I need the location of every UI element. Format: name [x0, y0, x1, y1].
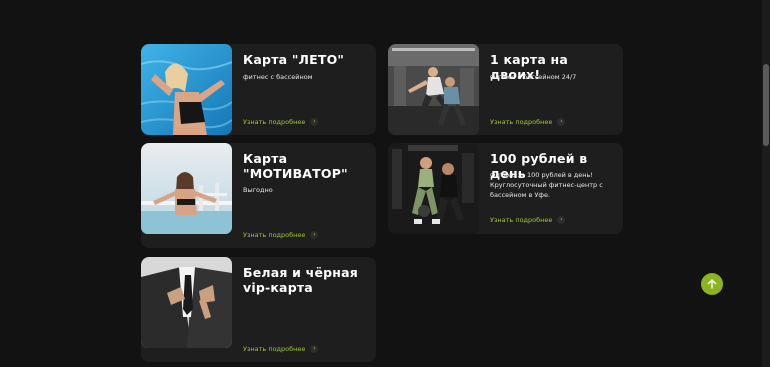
- card-vip: Белая и чёрная vip-карта Узнать подробне…: [141, 257, 376, 362]
- chevron-right-icon: ›: [557, 118, 566, 126]
- arrow-up-icon: [707, 279, 717, 289]
- card-description: фитнес с бассейном: [243, 73, 313, 81]
- card-image: [141, 44, 232, 135]
- learn-more-label: Узнать подробнее: [243, 231, 306, 239]
- scroll-to-top-button[interactable]: [701, 273, 723, 295]
- card-two-people: 1 карта на двоих! Фитнес с бассейном 24/…: [388, 44, 623, 135]
- card-100-rubles: 100 рублей в день Фитнес за 100 рублей в…: [388, 143, 623, 234]
- learn-more-label: Узнать подробнее: [243, 118, 306, 126]
- card-motivator: Карта "МОТИВАТОР" Выгодно Узнать подробн…: [141, 143, 376, 248]
- chevron-right-icon: ›: [557, 216, 566, 224]
- card-image: [388, 44, 479, 135]
- scrollbar[interactable]: [762, 0, 770, 367]
- card-image: [141, 257, 232, 348]
- learn-more-label: Узнать подробнее: [490, 216, 553, 224]
- chevron-right-icon: ›: [310, 345, 319, 353]
- card-title: Белая и чёрная vip-карта: [243, 265, 358, 295]
- card-image: [388, 143, 479, 234]
- chevron-right-icon: ›: [310, 118, 319, 126]
- chevron-right-icon: ›: [310, 231, 319, 239]
- learn-more-link[interactable]: Узнать подробнее ›: [243, 118, 319, 126]
- card-summer: Карта "ЛЕТО" фитнес с бассейном Узнать п…: [141, 44, 376, 135]
- learn-more-link[interactable]: Узнать подробнее ›: [490, 216, 566, 224]
- learn-more-link[interactable]: Узнать подробнее ›: [490, 118, 566, 126]
- learn-more-link[interactable]: Узнать подробнее ›: [243, 231, 319, 239]
- learn-more-label: Узнать подробнее: [490, 118, 553, 126]
- card-description: Выгодно: [243, 186, 273, 194]
- card-image: [141, 143, 232, 234]
- card-description: Фитнес с бассейном 24/7: [490, 73, 577, 81]
- card-title: Карта "МОТИВАТОР": [243, 151, 348, 181]
- learn-more-label: Узнать подробнее: [243, 345, 306, 353]
- card-title: Карта "ЛЕТО": [243, 52, 345, 67]
- card-description: Фитнес за 100 рублей в день! Круглосуточ…: [490, 171, 603, 199]
- scrollbar-thumb[interactable]: [763, 64, 769, 146]
- learn-more-link[interactable]: Узнать подробнее ›: [243, 345, 319, 353]
